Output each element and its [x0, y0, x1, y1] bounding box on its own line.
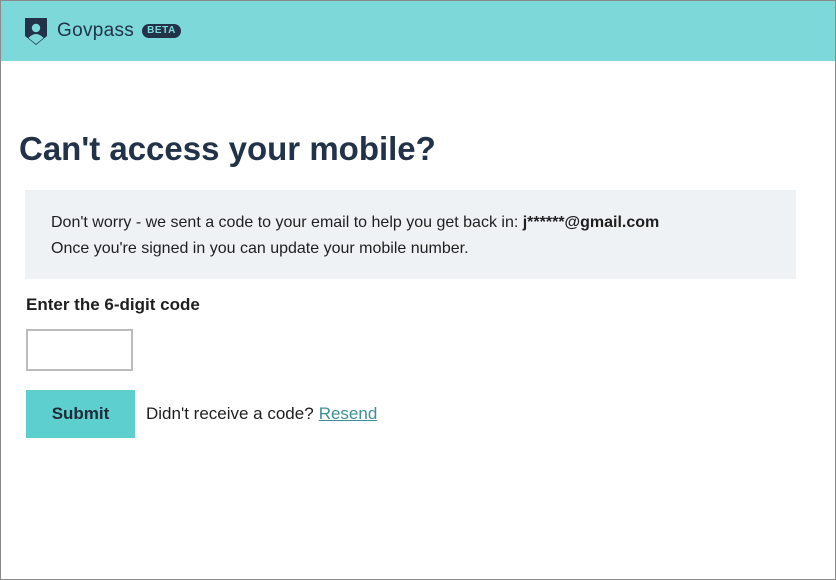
main-content: Can't access your mobile? Don't worry - … — [1, 129, 835, 438]
brand-name: Govpass — [57, 20, 135, 41]
code-label: Enter the 6-digit code — [26, 295, 200, 314]
info-notice: Don't worry - we sent a code to your ema… — [25, 190, 796, 279]
submit-button[interactable]: Submit — [26, 390, 135, 438]
code-input[interactable] — [26, 329, 133, 371]
notice-line-2: Once you're signed in you can update you… — [51, 240, 469, 257]
resend-prompt: Didn't receive a code? — [146, 404, 314, 423]
beta-badge: BETA — [142, 24, 181, 38]
form-actions: Submit Didn't receive a code? Resend — [26, 390, 795, 438]
notice-text: Don't worry - we sent a code to your ema… — [51, 214, 523, 231]
masked-email: j******@gmail.com — [522, 214, 660, 231]
notice-line-1: Don't worry - we sent a code to your ema… — [51, 210, 770, 236]
shield-person-icon — [24, 17, 48, 46]
page-title: Can't access your mobile? — [19, 130, 436, 167]
resend-link[interactable]: Resend — [319, 404, 378, 424]
browser-window: Govpass BETA Can't access your mobile? D… — [0, 0, 836, 580]
brand[interactable]: Govpass BETA — [24, 17, 181, 46]
top-bar: Govpass BETA — [1, 1, 835, 61]
